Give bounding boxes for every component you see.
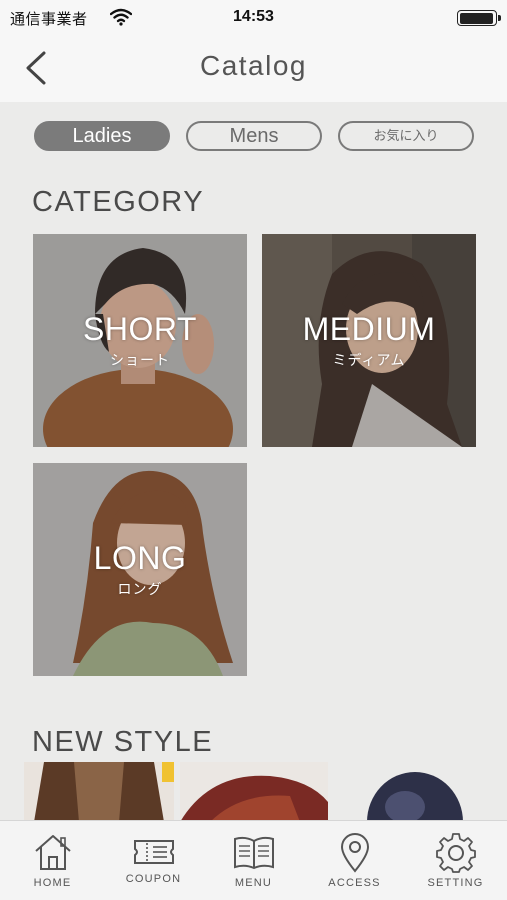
category-long-tile[interactable]: LONG ロング <box>33 463 247 676</box>
tab-label: HOME <box>33 877 72 889</box>
category-jp-label: ロング <box>117 581 163 597</box>
tab-coupon[interactable]: COUPON <box>103 821 204 900</box>
new-style-thumb[interactable] <box>24 762 174 822</box>
nav-bar: Catalog <box>0 34 507 102</box>
category-medium-tile[interactable]: MEDIUM ミディアム <box>262 234 476 447</box>
tab-label: MENU <box>234 877 273 889</box>
category-short-tile[interactable]: SHORT ショート <box>33 234 247 447</box>
new-style-photo <box>345 762 485 822</box>
filter-mens[interactable]: Mens <box>186 121 322 151</box>
category-en-label: SHORT <box>83 311 197 347</box>
page-title: Catalog <box>199 50 307 81</box>
new-style-thumb[interactable] <box>180 762 328 822</box>
battery-level <box>459 12 493 24</box>
filter-ladies[interactable]: Ladies <box>34 121 170 151</box>
new-style-thumb[interactable] <box>345 762 485 822</box>
status-bar: 通信事業者 14:53 <box>0 0 507 34</box>
new-style-photo <box>24 762 174 822</box>
tab-label: SETTING <box>427 877 484 889</box>
tab-label: ACCESS <box>328 877 381 889</box>
gear-icon <box>436 833 476 873</box>
battery-icon <box>457 10 501 26</box>
book-icon <box>234 836 274 870</box>
new-style-heading: NEW STYLE <box>32 726 214 758</box>
category-jp-label: ショート <box>110 352 170 368</box>
home-icon <box>35 835 71 870</box>
coupon-icon <box>134 840 174 864</box>
status-time: 14:53 <box>233 8 274 25</box>
tab-home[interactable]: HOME <box>2 821 103 900</box>
tab-access[interactable]: ACCESS <box>304 821 405 900</box>
tab-bar: HOME COUPON MENU ACCESS SETTING <box>0 820 507 900</box>
tab-menu[interactable]: MENU <box>203 821 304 900</box>
location-pin-icon <box>340 833 370 873</box>
new-style-photo <box>180 762 328 822</box>
tab-label: COUPON <box>125 873 182 885</box>
category-jp-label: ミディアム <box>332 352 406 368</box>
tab-setting[interactable]: SETTING <box>405 821 506 900</box>
category-en-label: LONG <box>93 540 187 576</box>
category-heading: CATEGORY <box>32 186 205 218</box>
category-en-label: MEDIUM <box>302 311 436 347</box>
filter-favorites[interactable]: お気に入り <box>338 121 474 151</box>
